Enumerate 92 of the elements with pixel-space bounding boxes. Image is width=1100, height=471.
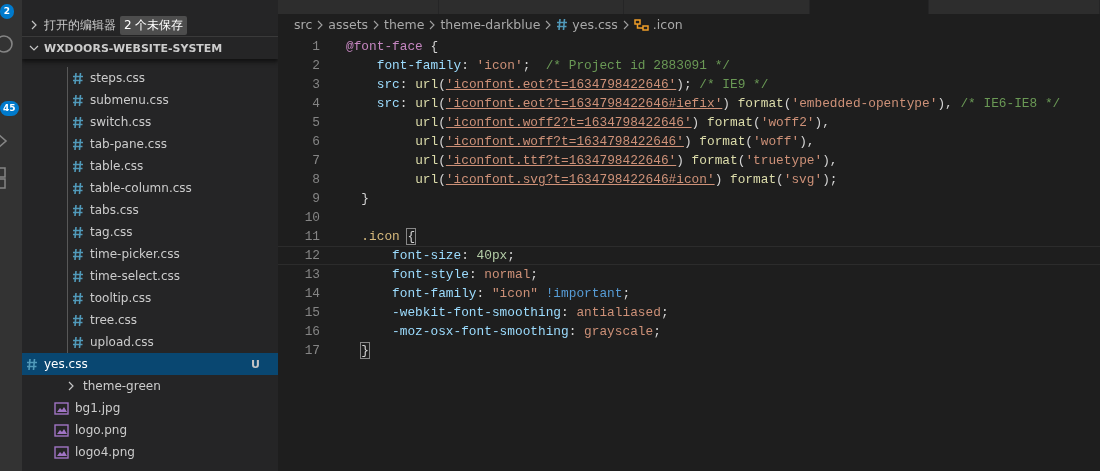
extensions-icon (0, 166, 8, 190)
code-line: src: url('iconfont.eot?t=1634798422646#iefix') format('embedded-opentype'), /* IE6-IE8 */ (375, 95, 1061, 113)
css-file-icon (72, 291, 84, 305)
chevron-right-icon (428, 18, 437, 31)
css-file-icon (72, 203, 84, 217)
line-number: 13 (303, 266, 320, 284)
breadcrumb-item[interactable]: .icon (652, 17, 683, 32)
line-number: 16 (303, 323, 320, 341)
css-file-icon (72, 335, 84, 349)
image-file-icon (54, 401, 69, 415)
css-file-icon (72, 225, 84, 239)
file-item[interactable]: time-picker.css (68, 243, 278, 265)
breadcrumb-item[interactable]: theme (384, 17, 425, 32)
css-file-icon (72, 181, 84, 195)
file-item[interactable]: tab-pane.css (68, 133, 278, 155)
section-title: WXDOORS-WEBSITE-SYSTEM (44, 41, 223, 55)
code-line: font-style: normal; (391, 266, 538, 284)
css-file-icon (72, 93, 84, 107)
code-line: src: url('iconfont.eot?t=1634798422646'); /* IE9 */ (375, 76, 769, 94)
file-item[interactable]: logo.png (22, 419, 278, 441)
breadcrumb-item[interactable]: theme-darkblue (440, 17, 541, 32)
project-header[interactable]: WXDOORS-WEBSITE-SYSTEM (22, 36, 278, 59)
line-number: 15 (303, 304, 320, 322)
image-file-icon (54, 423, 69, 437)
file-item[interactable]: tree.css (68, 309, 278, 331)
line-number: 14 (303, 285, 320, 303)
line-number: 12 (303, 247, 320, 264)
css-file-icon (72, 159, 84, 173)
code-line: font-size: 40px; (391, 247, 515, 264)
file-item[interactable]: table.css (68, 155, 278, 177)
css-file-icon (72, 269, 84, 283)
git-status: U (251, 357, 260, 371)
line-number: 1 (311, 38, 320, 56)
file-item[interactable]: table-column.css (68, 177, 278, 199)
css-file-icon (26, 357, 38, 371)
code-line: url('iconfont.svg?t=1634798422646#icon') format('svg'); (414, 171, 838, 189)
file-item[interactable]: time-select.css (68, 265, 278, 287)
line-number: 2 (311, 57, 320, 75)
line-number: 8 (311, 171, 320, 189)
line-number: 10 (303, 209, 320, 227)
css-file-icon (72, 115, 84, 129)
code-line: } (360, 342, 370, 360)
folder-item[interactable]: theme-green (22, 375, 278, 397)
file-item[interactable]: tabs.css (68, 199, 278, 221)
code-line: -moz-osx-font-smoothing: grayscale; (391, 323, 661, 341)
line-number: 3 (311, 76, 320, 94)
file-item[interactable]: tooltip.css (68, 287, 278, 309)
unsaved-badge: 2 个未保存 (120, 15, 188, 35)
chevron-right-icon (316, 18, 325, 31)
breadcrumb-item[interactable]: src (294, 17, 313, 32)
css-file-icon (556, 18, 569, 31)
search-icon (0, 35, 14, 55)
breadcrumb-item[interactable]: assets (328, 17, 369, 32)
line-number: 7 (311, 152, 320, 170)
css-file-icon (72, 247, 84, 261)
section-title: 打开的编辑器 (44, 16, 116, 34)
code-line: .icon { (360, 228, 416, 246)
notification-badge: 45 (0, 101, 19, 116)
symbol-class-icon (633, 17, 649, 32)
file-item[interactable]: submenu.css (68, 89, 278, 111)
line-number: 5 (311, 114, 320, 132)
file-item[interactable]: tag.css (68, 221, 278, 243)
file-item[interactable]: upload.css (68, 331, 278, 353)
notification-badge: 2 (0, 4, 14, 19)
code-line: font-family: 'icon'; /* Project id 2883091 */ (375, 57, 730, 75)
line-number: 17 (303, 342, 320, 360)
code-line: } (360, 190, 370, 208)
run-icon (0, 132, 10, 150)
css-file-icon (72, 137, 84, 151)
file-item[interactable]: bg1.jpg (22, 397, 278, 419)
line-number: 4 (311, 95, 320, 113)
file-item[interactable]: steps.css (68, 67, 278, 89)
chevron-right-icon (621, 18, 630, 31)
chevron-right-icon (372, 18, 381, 31)
file-item[interactable]: yes.css U (22, 353, 278, 375)
file-item[interactable]: switch.css (68, 111, 278, 133)
line-number: 11 (303, 228, 320, 246)
code-line: -webkit-font-smoothing: antialiased; (391, 304, 669, 322)
line-number: 9 (311, 190, 320, 208)
css-file-icon (72, 313, 84, 327)
open-editors-header[interactable]: 打开的编辑器 2 个未保存 (22, 14, 278, 36)
code-line: font-family: "icon" !important; (391, 285, 631, 303)
breadcrumb-item[interactable]: yes.css (572, 17, 618, 32)
line-number: 6 (311, 133, 320, 151)
code-line: url('iconfont.woff2?t=1634798422646') format('woff2'), (414, 114, 830, 132)
chevron-right-icon (544, 18, 553, 31)
image-file-icon (54, 445, 69, 459)
file-item[interactable]: logo4.png (22, 441, 278, 463)
code-line: @font-face { (346, 38, 439, 56)
code-line: url('iconfont.woff?t=1634798422646') format('woff'), (414, 133, 815, 151)
code-line: url('iconfont.ttf?t=1634798422646') format('truetype'), (414, 152, 838, 170)
css-file-icon (72, 71, 84, 85)
